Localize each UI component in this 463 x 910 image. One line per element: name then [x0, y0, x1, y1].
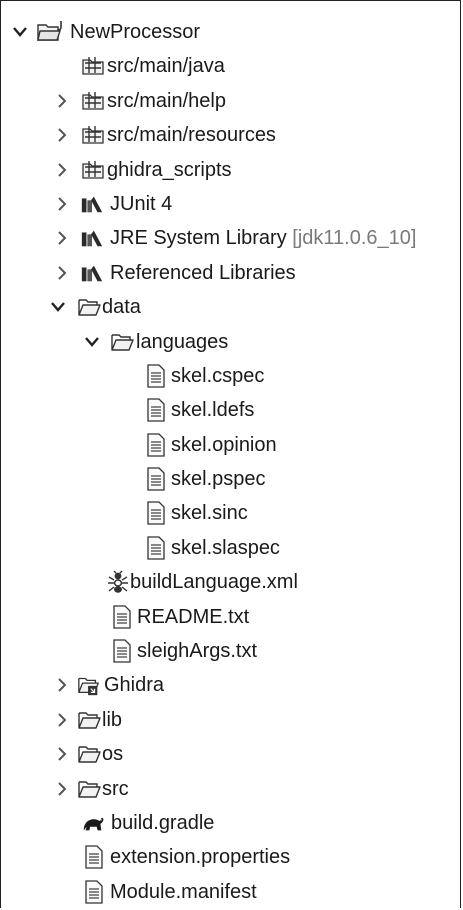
chevron-right-icon[interactable] [55, 744, 69, 764]
tree-item-label: JRE System Library [jdk11.0.6_10] [110, 227, 417, 250]
folder-open-icon [77, 295, 101, 319]
chevron-right-icon[interactable] [55, 710, 69, 730]
tree-item-readme-txt[interactable]: README.txt [1, 600, 462, 634]
tree-item-label: src [102, 777, 129, 800]
package-explorer-panel: NewProcessor src/main/java src/main/help [0, 0, 461, 908]
tree-item-src-main-resources[interactable]: src/main/resources [1, 118, 462, 152]
tree-item-skel-sinc[interactable]: skel.sinc [1, 496, 462, 530]
tree-item-label: src/main/java [107, 55, 225, 78]
tree-item-label: data [102, 296, 141, 319]
tree-item-sleighargs-txt[interactable]: sleighArgs.txt [1, 634, 462, 668]
tree-item-label: ghidra_scripts [107, 158, 232, 181]
folder-icon [77, 708, 101, 732]
tree-item-skel-slaspec[interactable]: skel.slaspec [1, 531, 462, 565]
tree-item-data[interactable]: data [1, 290, 462, 324]
tree-item-label: Referenced Libraries [110, 261, 296, 284]
tree-item-label: src/main/help [107, 89, 226, 112]
tree-item-os[interactable]: os [1, 737, 462, 771]
tree-item-label: JUnit 4 [110, 192, 173, 215]
tree-item-label: os [102, 743, 124, 766]
tree-item-label: README.txt [137, 605, 250, 628]
source-folder-icon [81, 123, 105, 147]
chevron-right-icon[interactable] [55, 675, 69, 695]
ant-file-icon [106, 570, 130, 594]
gradle-icon [81, 811, 105, 835]
file-icon [144, 467, 168, 491]
tree-item-build-gradle[interactable]: build.gradle [1, 806, 462, 840]
chevron-down-icon[interactable] [85, 332, 99, 352]
tree-item-lib[interactable]: lib [1, 703, 462, 737]
library-icon [80, 192, 104, 216]
file-icon [144, 364, 168, 388]
source-folder-icon [81, 54, 105, 78]
folder-open-icon [110, 330, 134, 354]
chevron-right-icon[interactable] [55, 779, 69, 799]
file-icon [82, 880, 106, 904]
tree-item-module-manifest[interactable]: Module.manifest [1, 875, 462, 909]
jdk-version-suffix: [jdk11.0.6_10] [292, 227, 417, 250]
tree-item-skel-opinion[interactable]: skel.opinion [1, 428, 462, 462]
tree-item-label: extension.properties [110, 846, 291, 869]
source-folder-icon [81, 89, 105, 113]
chevron-right-icon[interactable] [55, 228, 69, 248]
file-icon [82, 845, 106, 870]
project-tree: NewProcessor src/main/java src/main/help [1, 15, 462, 909]
tree-item-jre-system-library[interactable]: JRE System Library [jdk11.0.6_10] [1, 221, 462, 255]
chevron-right-icon[interactable] [55, 160, 69, 180]
tree-item-label: skel.opinion [171, 433, 277, 456]
file-icon [144, 501, 168, 526]
chevron-right-icon[interactable] [55, 91, 69, 111]
chevron-down-icon[interactable] [51, 297, 65, 317]
tree-item-junit4[interactable]: JUnit 4 [1, 187, 462, 221]
tree-item-skel-pspec[interactable]: skel.pspec [1, 462, 462, 496]
tree-item-src-main-java[interactable]: src/main/java [1, 49, 462, 83]
file-icon [144, 536, 168, 560]
tree-item-label: src/main/resources [107, 124, 276, 147]
tree-item-skel-ldefs[interactable]: skel.ldefs [1, 393, 462, 427]
tree-item-skel-cspec[interactable]: skel.cspec [1, 359, 462, 393]
tree-item-label: skel.pspec [171, 468, 266, 491]
folder-icon [77, 742, 101, 766]
tree-item-label: skel.sinc [171, 502, 248, 525]
chevron-right-icon[interactable] [55, 194, 69, 214]
tree-item-buildlanguage-xml[interactable]: buildLanguage.xml [1, 565, 462, 599]
tree-item-label: lib [102, 708, 123, 731]
source-folder-icon [81, 158, 105, 182]
tree-item-newprocessor[interactable]: NewProcessor [1, 15, 462, 49]
chevron-down-icon[interactable] [13, 22, 27, 42]
chevron-right-icon[interactable] [55, 125, 69, 145]
tree-item-label: skel.ldefs [171, 399, 255, 422]
file-icon [110, 639, 134, 663]
tree-item-label: Ghidra [104, 674, 165, 697]
tree-item-label: NewProcessor [70, 21, 201, 43]
tree-item-label: languages [136, 330, 229, 353]
file-icon [144, 398, 168, 422]
tree-item-src-main-help[interactable]: src/main/help [1, 84, 462, 118]
library-icon [80, 226, 104, 250]
tree-item-extension-properties[interactable]: extension.properties [1, 840, 462, 874]
tree-item-src[interactable]: src [1, 772, 462, 806]
tree-item-label: build.gradle [111, 811, 215, 834]
chevron-right-icon[interactable] [55, 263, 69, 283]
tree-item-referenced-libraries[interactable]: Referenced Libraries [1, 256, 462, 290]
tree-item-label: Module.manifest [110, 880, 257, 903]
linked-folder-icon [77, 673, 101, 697]
file-icon [110, 604, 134, 629]
file-icon [144, 433, 168, 457]
library-icon [80, 261, 104, 285]
tree-item-languages[interactable]: languages [1, 325, 462, 359]
tree-item-label: skel.slaspec [171, 536, 280, 559]
tree-item-label: buildLanguage.xml [130, 571, 298, 594]
tree-item-ghidra[interactable]: Ghidra [1, 668, 462, 702]
java-project-icon [36, 20, 66, 44]
tree-item-label: sleighArgs.txt [137, 640, 258, 663]
tree-item-label: skel.cspec [171, 364, 265, 387]
tree-item-ghidra-scripts[interactable]: ghidra_scripts [1, 153, 462, 187]
folder-icon [77, 777, 101, 801]
